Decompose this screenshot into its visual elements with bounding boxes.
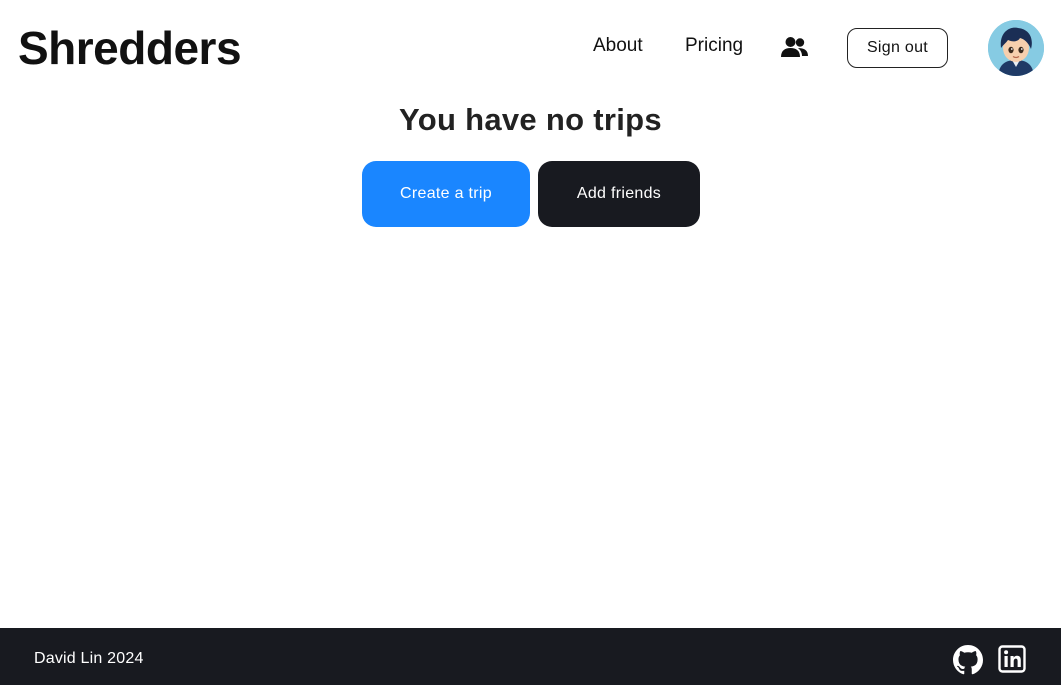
logo[interactable]: Shredders [18,20,242,76]
avatar-illustration-icon [988,20,1044,76]
linkedin-icon[interactable] [998,645,1026,673]
page-title: You have no trips [399,102,662,137]
github-icon[interactable] [953,645,983,675]
users-icon[interactable] [781,36,808,58]
nav-pricing-link[interactable]: Pricing [685,34,743,58]
sign-out-button[interactable]: Sign out [847,28,948,68]
add-friends-button[interactable]: Add friends [538,161,700,227]
footer: David Lin 2024 [0,628,1061,685]
user-avatar[interactable] [988,20,1044,76]
footer-copyright: David Lin 2024 [34,650,144,667]
header: Shredders About Pricing Sign out [0,0,1061,96]
create-trip-button[interactable]: Create a trip [362,161,530,227]
nav-about-link[interactable]: About [593,34,643,58]
